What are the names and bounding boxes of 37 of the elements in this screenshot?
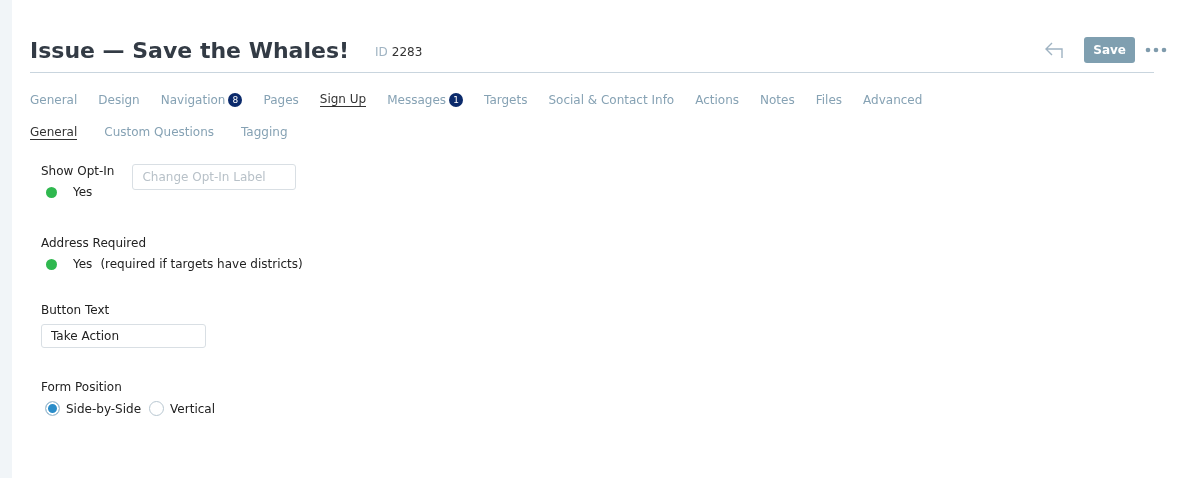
tab[interactable]: Pages	[263, 92, 299, 107]
tab[interactable]: Targets	[484, 92, 528, 107]
radio-label: Side-by-Side	[66, 401, 142, 416]
toggle-value: Yes	[73, 185, 93, 199]
subtab[interactable]: Custom Questions	[104, 125, 214, 140]
status-dot[interactable]	[46, 258, 57, 270]
text-field[interactable]: Take Action	[41, 324, 206, 348]
tab[interactable]: Sign Up	[319, 92, 367, 107]
tab[interactable]: Files	[815, 92, 843, 107]
status-dot[interactable]	[46, 186, 57, 198]
more-icon[interactable]	[1145, 47, 1167, 53]
field-label: Form Position	[41, 380, 123, 394]
field-label: Button Text	[41, 303, 111, 317]
tab[interactable]: Messages	[387, 92, 447, 107]
radio-label: Vertical	[170, 401, 215, 416]
field-label: Show Opt-In	[41, 164, 115, 178]
tab[interactable]: General	[30, 92, 78, 107]
help-text: (required if targets have districts)	[100, 257, 303, 271]
save-button[interactable]: Save	[1084, 37, 1135, 63]
count-badge: 1	[449, 92, 464, 107]
page-title: Issue — Save the Whales!	[30, 37, 349, 63]
radio-button[interactable]	[45, 401, 60, 416]
tab[interactable]: Social & Contact Info	[548, 92, 675, 107]
count-badge: 8	[228, 92, 243, 107]
tab[interactable]: Notes	[760, 92, 795, 107]
field-label: Address Required	[41, 236, 147, 250]
tab[interactable]: Advanced	[863, 92, 923, 107]
back-arrow-icon[interactable]	[1044, 41, 1065, 59]
id-value: 2283	[391, 45, 423, 59]
tab[interactable]: Design	[98, 92, 140, 107]
subtab[interactable]: Tagging	[241, 125, 288, 140]
label-field[interactable]: Change Opt-In Label	[132, 164, 297, 190]
subtab[interactable]: General	[30, 125, 78, 140]
toggle-value: Yes	[73, 257, 93, 271]
tab[interactable]: Actions	[695, 92, 740, 107]
tab[interactable]: Navigation	[160, 92, 226, 107]
id-label: ID	[375, 45, 388, 59]
